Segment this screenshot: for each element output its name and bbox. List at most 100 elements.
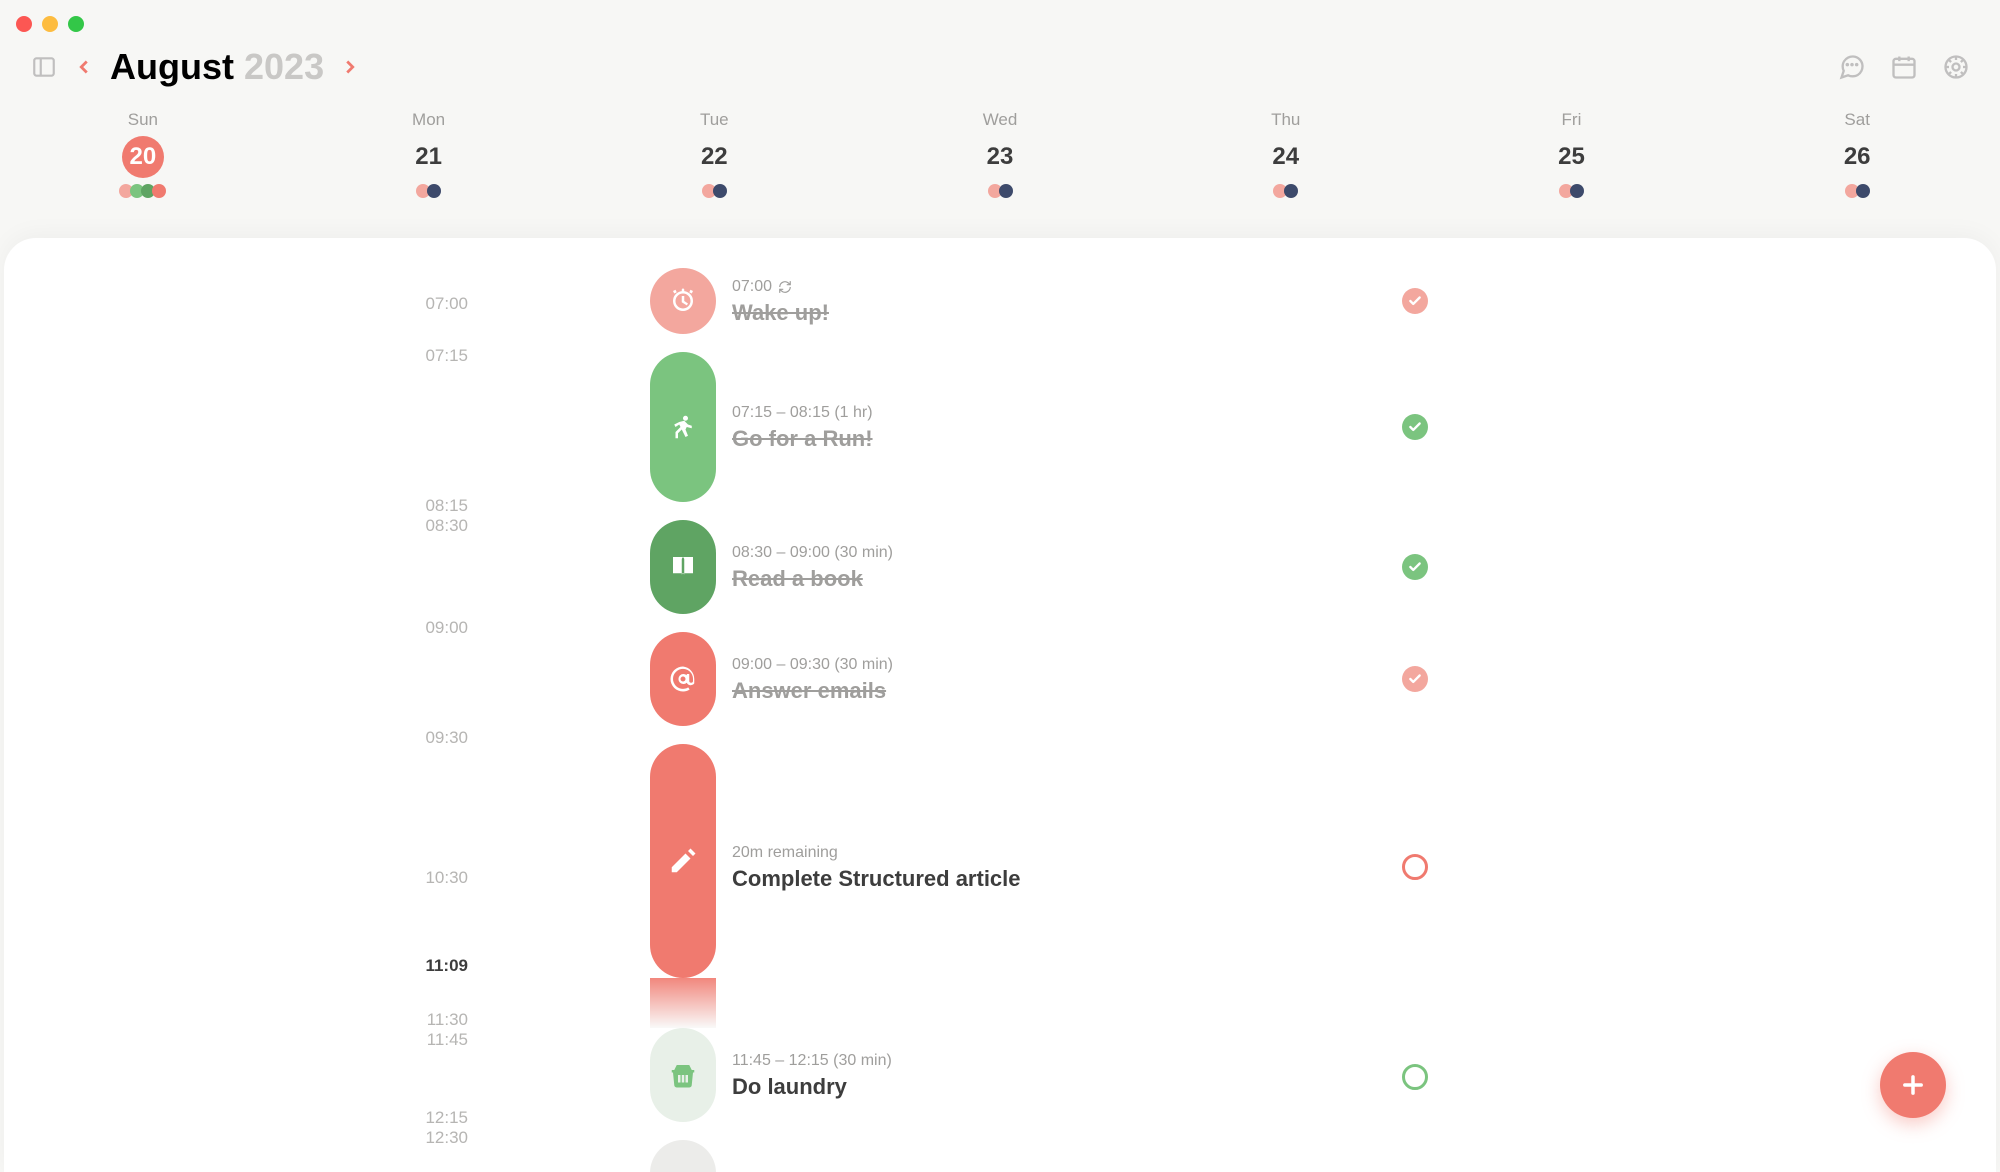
current-time-label: 11:09 <box>388 956 468 976</box>
task-title: Go for a Run! <box>732 426 873 452</box>
task-meta: 07:15 – 08:15 (1 hr) <box>732 404 873 422</box>
task-pill-email[interactable] <box>650 632 716 726</box>
task-meta: 20m remaining <box>732 844 1021 862</box>
day-dots <box>1559 184 1584 198</box>
day-number: 22 <box>693 136 735 178</box>
task-title: Do laundry <box>732 1074 892 1100</box>
task-pill-read[interactable] <box>650 520 716 614</box>
chat-icon[interactable] <box>1832 47 1872 87</box>
category-dot <box>427 184 441 198</box>
add-task-button[interactable] <box>1880 1052 1946 1118</box>
time-label: 09:00 <box>388 618 468 638</box>
task-laundry[interactable]: 11:45 – 12:15 (30 min) Do laundry <box>732 1052 892 1100</box>
repeat-icon <box>778 280 792 294</box>
day-dots <box>416 184 441 198</box>
task-meta: 11:45 – 12:15 (30 min) <box>732 1052 892 1070</box>
task-title: Complete Structured article <box>732 866 1021 892</box>
task-pill-run[interactable] <box>650 352 716 502</box>
minimize-button[interactable] <box>42 16 58 32</box>
task-meta: 08:30 – 09:00 (30 min) <box>732 544 893 562</box>
day-label: Sat <box>1844 110 1870 130</box>
pencil-icon <box>668 846 698 876</box>
settings-icon[interactable] <box>1936 47 1976 87</box>
task-pill-wake[interactable] <box>650 268 716 334</box>
time-label: 11:30 <box>388 1010 468 1030</box>
time-label: 10:30 <box>388 868 468 888</box>
task-checkbox-article[interactable] <box>1402 854 1428 880</box>
day-panel: 07:00 07:15 08:1508:30 09:00 09:30 10:30 11:09… <box>4 238 1996 1172</box>
day-sun[interactable]: Sun 20 <box>0 110 286 220</box>
category-dot <box>1856 184 1870 198</box>
task-title: Wake up! <box>732 300 829 326</box>
task-checkbox-wake[interactable] <box>1402 288 1428 314</box>
month-title: August 2023 <box>110 46 324 88</box>
at-icon <box>668 664 698 694</box>
time-label: 08:30 <box>388 516 468 536</box>
year: 2023 <box>244 46 324 87</box>
next-month-button[interactable] <box>330 47 370 87</box>
day-number: 26 <box>1836 136 1878 178</box>
close-button[interactable] <box>16 16 32 32</box>
time-label: 07:00 <box>388 294 468 314</box>
time-label: 12:15 <box>388 1108 468 1128</box>
day-dots <box>1273 184 1298 198</box>
day-label: Mon <box>412 110 445 130</box>
task-pill-laundry[interactable] <box>650 1028 716 1122</box>
prev-month-button[interactable] <box>64 47 104 87</box>
day-label: Fri <box>1562 110 1582 130</box>
task-article[interactable]: 20m remaining Complete Structured article <box>732 844 1021 892</box>
book-icon <box>668 552 698 582</box>
current-time-fade <box>650 978 716 1028</box>
time-label: 07:15 <box>388 346 468 366</box>
day-fri[interactable]: Fri 25 <box>1429 110 1715 220</box>
time-label: 11:45 <box>388 1030 468 1050</box>
task-title: Read a book <box>732 566 893 592</box>
task-meta: 07:00 <box>732 278 829 296</box>
alarm-icon <box>668 286 698 316</box>
day-wed[interactable]: Wed 23 <box>857 110 1143 220</box>
day-label: Thu <box>1271 110 1300 130</box>
day-mon[interactable]: Mon 21 <box>286 110 572 220</box>
day-sat[interactable]: Sat 26 <box>1714 110 2000 220</box>
week-strip: Sun 20 Mon 21 Tue 22 Wed 23 Thu 24 Fri 25 Sat 26 <box>0 110 2000 220</box>
day-number: 20 <box>122 136 164 178</box>
header: August 2023 <box>0 46 2000 88</box>
day-number: 21 <box>408 136 450 178</box>
run-icon <box>668 412 698 442</box>
task-wake[interactable]: 07:00 Wake up! <box>732 278 829 326</box>
maximize-button[interactable] <box>68 16 84 32</box>
day-number: 23 <box>979 136 1021 178</box>
calendar-icon[interactable] <box>1884 47 1924 87</box>
time-label: 12:30 <box>388 1128 468 1148</box>
task-pill-article[interactable] <box>650 744 716 978</box>
basket-icon <box>668 1060 698 1090</box>
day-dots <box>1845 184 1870 198</box>
day-dots <box>119 184 166 198</box>
category-dot <box>999 184 1013 198</box>
day-label: Wed <box>983 110 1018 130</box>
category-dot <box>152 184 166 198</box>
day-tue[interactable]: Tue 22 <box>571 110 857 220</box>
day-label: Sun <box>128 110 158 130</box>
day-label: Tue <box>700 110 729 130</box>
category-dot <box>713 184 727 198</box>
category-dot <box>1284 184 1298 198</box>
task-checkbox-run[interactable] <box>1402 414 1428 440</box>
task-checkbox-read[interactable] <box>1402 554 1428 580</box>
task-run[interactable]: 07:15 – 08:15 (1 hr) Go for a Run! <box>732 404 873 452</box>
task-email[interactable]: 09:00 – 09:30 (30 min) Answer emails <box>732 656 893 704</box>
task-checkbox-email[interactable] <box>1402 666 1428 692</box>
time-label: 09:30 <box>388 728 468 748</box>
task-meta: 09:00 – 09:30 (30 min) <box>732 656 893 674</box>
time-label: 08:15 <box>388 496 468 516</box>
task-title: Answer emails <box>732 678 893 704</box>
task-read[interactable]: 08:30 – 09:00 (30 min) Read a book <box>732 544 893 592</box>
day-number: 24 <box>1265 136 1307 178</box>
sidebar-toggle-icon[interactable] <box>24 47 64 87</box>
task-checkbox-laundry[interactable] <box>1402 1064 1428 1090</box>
day-thu[interactable]: Thu 24 <box>1143 110 1429 220</box>
day-dots <box>702 184 727 198</box>
category-dot <box>1570 184 1584 198</box>
day-number: 25 <box>1550 136 1592 178</box>
task-pill-next[interactable] <box>650 1140 716 1172</box>
